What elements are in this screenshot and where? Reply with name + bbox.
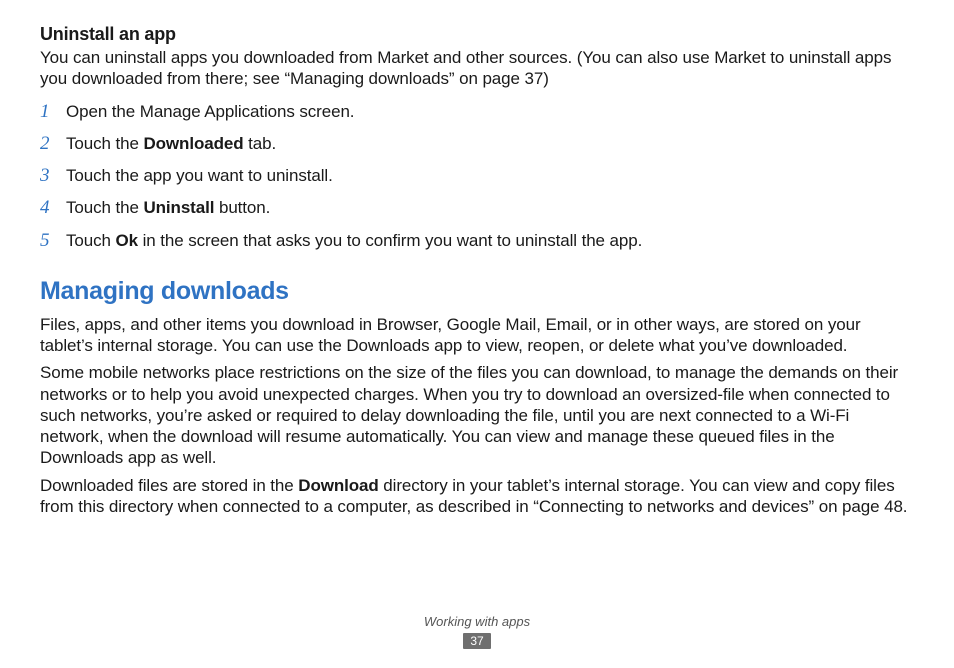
step-5: 5 Touch Ok in the screen that asks you t… [40,225,914,257]
footer-section-label: Working with apps [0,614,954,629]
step-text: Touch Ok in the screen that asks you to … [66,227,914,256]
managing-downloads-p1: Files, apps, and other items you downloa… [40,314,914,357]
step-3: 3 Touch the app you want to uninstall. [40,160,914,192]
uninstall-intro: You can uninstall apps you downloaded fr… [40,47,914,90]
managing-downloads-p2: Some mobile networks place restrictions … [40,362,914,468]
step-text: Open the Manage Applications screen. [66,98,914,127]
step-1: 1 Open the Manage Applications screen. [40,96,914,128]
step-number: 2 [40,128,66,160]
step-text: Touch the app you want to uninstall. [66,162,914,191]
step-text: Touch the Downloaded tab. [66,130,914,159]
step-number: 1 [40,96,66,128]
step-2: 2 Touch the Downloaded tab. [40,128,914,160]
uninstall-steps: 1 Open the Manage Applications screen. 2… [40,96,914,257]
page-footer: Working with apps 37 [0,614,954,650]
managing-downloads-heading: Managing downloads [40,277,914,306]
managing-downloads-p3: Downloaded files are stored in the Downl… [40,475,914,518]
document-page: Uninstall an app You can uninstall apps … [0,0,954,668]
step-number: 5 [40,225,66,257]
step-text: Touch the Uninstall button. [66,194,914,223]
step-number: 3 [40,160,66,192]
page-number-badge: 37 [463,633,490,649]
step-number: 4 [40,192,66,224]
step-4: 4 Touch the Uninstall button. [40,192,914,224]
uninstall-heading: Uninstall an app [40,24,914,45]
